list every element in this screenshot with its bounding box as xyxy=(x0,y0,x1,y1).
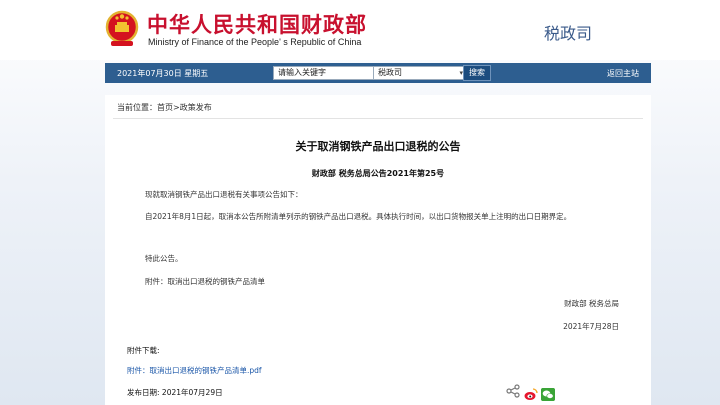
breadcrumb-separator: > xyxy=(173,103,180,112)
nav-bar: 2021年07月30日 星期五 请输入关键字 税政司 ▾ 搜索 返回主站 xyxy=(105,63,651,83)
article-paragraph: 现就取消钢铁产品出口退税有关事项公告如下： xyxy=(145,190,303,199)
site-header: 中华人民共和国财政部 Ministry of Finance of the Pe… xyxy=(0,0,720,60)
article-signature: 财政部 税务总局 xyxy=(564,299,619,308)
article-subtitle: 财政部 税务总局公告2021年第25号 xyxy=(311,169,445,178)
publish-date-value: 2021年07月29日 xyxy=(161,388,223,397)
article-panel: 当前位置：首页>政策发布 关于取消钢铁产品出口退税的公告 财政部 税务总局公告2… xyxy=(105,95,651,405)
scope-select[interactable]: 税政司 ▾ xyxy=(373,66,467,80)
share-icon[interactable] xyxy=(506,384,520,398)
breadcrumb-section-link[interactable]: 政策发布 xyxy=(180,103,212,112)
attachment-download-link[interactable]: 附件：取消出口退税的钢铁产品清单.pdf xyxy=(127,365,262,376)
attachments-heading: 附件下载: xyxy=(127,346,160,355)
article-paragraph: 特此公告。 xyxy=(145,254,183,263)
breadcrumb: 当前位置：首页>政策发布 xyxy=(117,102,212,113)
department-name: 税政司 xyxy=(544,24,593,43)
breadcrumb-prefix: 当前位置： xyxy=(117,103,157,112)
article-paragraph: 自2021年8月1日起，取消本公告所附清单列示的钢铁产品出口退税。具体执行时间，… xyxy=(145,212,572,221)
article-sign-date: 2021年7月28日 xyxy=(563,322,619,331)
return-home-link[interactable]: 返回主站 xyxy=(607,68,639,79)
weibo-icon[interactable] xyxy=(524,387,538,401)
publish-date-label: 发布日期: xyxy=(127,388,160,397)
site-title-en: Ministry of Finance of the People' s Rep… xyxy=(148,37,362,47)
breadcrumb-home-link[interactable]: 首页 xyxy=(157,103,173,112)
search-button[interactable]: 搜索 xyxy=(463,65,491,81)
divider xyxy=(113,118,643,119)
wechat-icon[interactable] xyxy=(541,388,555,401)
publish-date: 发布日期: 2021年07月29日 xyxy=(127,387,223,398)
site-title-cn[interactable]: 中华人民共和国财政部 xyxy=(147,9,367,39)
scope-select-value: 税政司 xyxy=(378,68,402,77)
article-title: 关于取消钢铁产品出口退税的公告 xyxy=(295,140,461,153)
current-date: 2021年07月30日 星期五 xyxy=(117,69,209,78)
national-emblem-icon xyxy=(105,10,139,46)
article-paragraph: 附件：取消出口退税的钢铁产品清单 xyxy=(145,277,265,286)
search-input[interactable]: 请输入关键字 xyxy=(273,66,377,80)
